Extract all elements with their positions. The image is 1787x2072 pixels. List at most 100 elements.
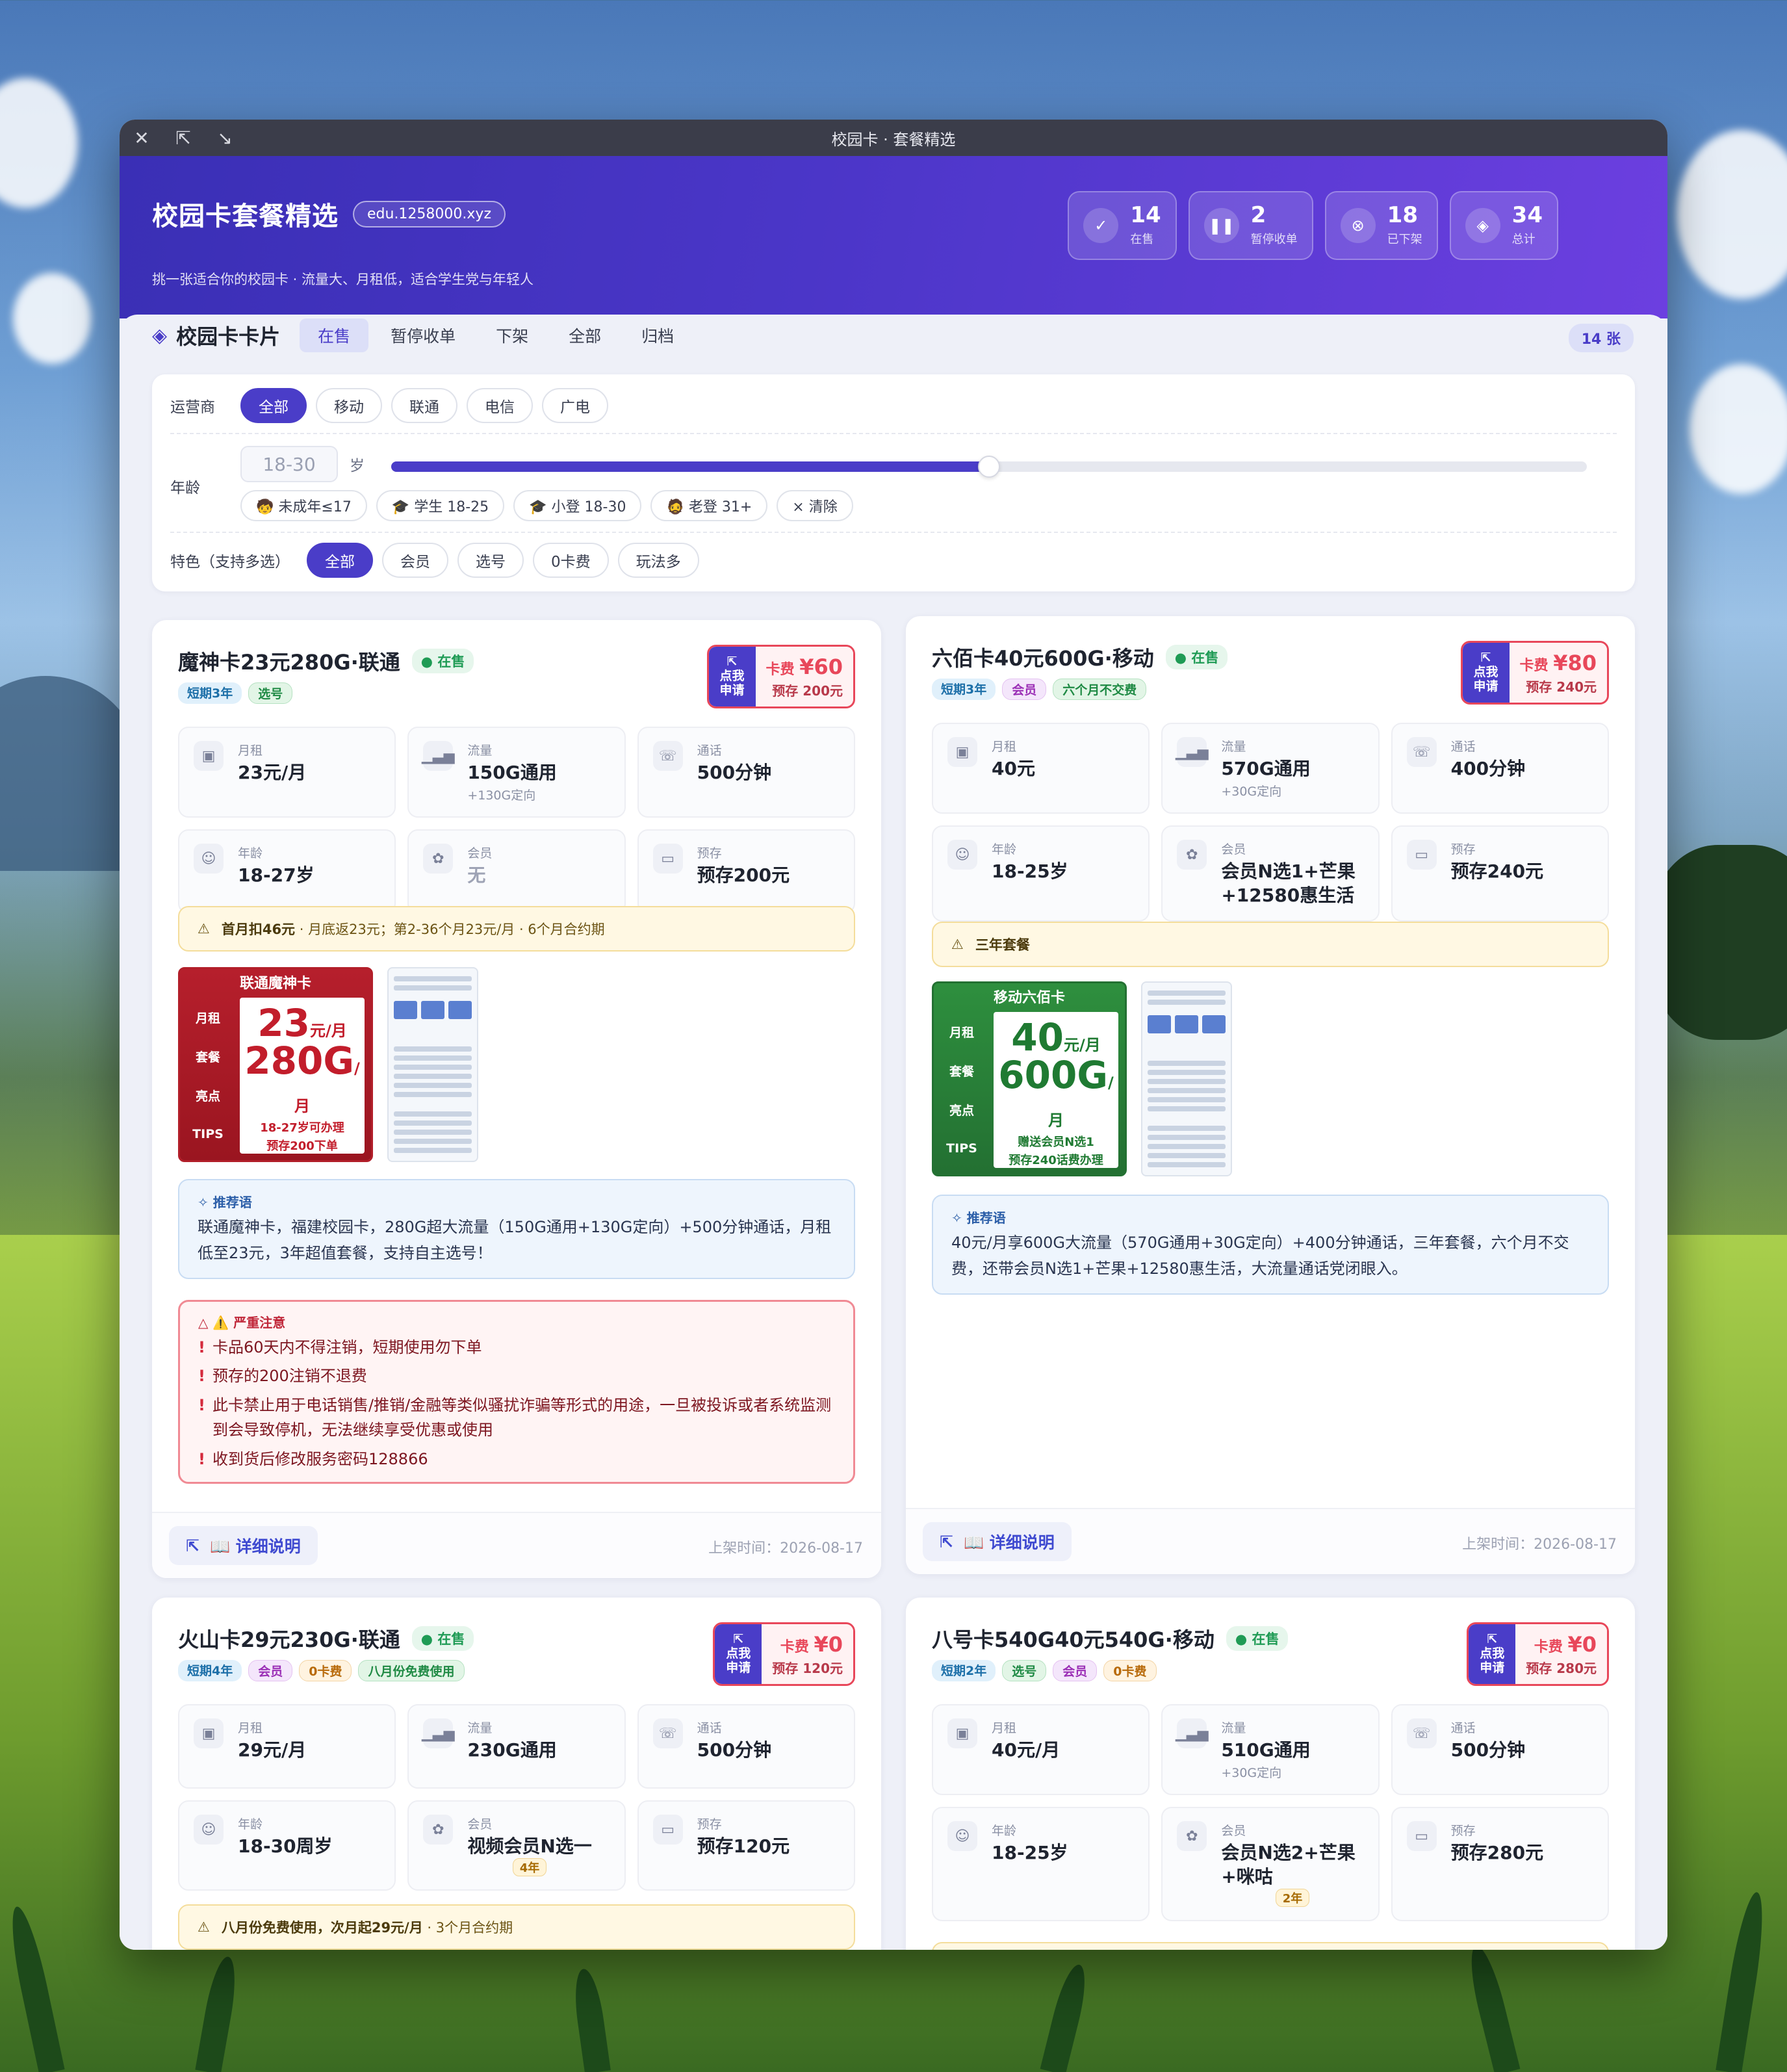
- tab-下架[interactable]: 下架: [478, 318, 546, 352]
- age-preset-chip[interactable]: 🎓 学生 18-25: [376, 490, 505, 521]
- age-input[interactable]: 18-30: [240, 446, 338, 482]
- stat-已下架[interactable]: ⊗ 18 已下架: [1324, 191, 1438, 260]
- domain-badge[interactable]: edu.1258000.xyz: [353, 200, 506, 227]
- spec-grid: ▣ 月租 40元/月 ▁▃▅ 流量 510G通用 +30G定向 ☏ 通话 500分钟 ☺ 年龄 18-2…: [932, 1704, 1609, 1922]
- age-slider[interactable]: [391, 456, 1587, 478]
- spec-value: 预存280元: [1450, 1842, 1544, 1864]
- tab-全部[interactable]: 全部: [550, 318, 619, 352]
- feature-chip[interactable]: 玩法多: [617, 543, 699, 578]
- spec-key: 通话: [697, 1721, 722, 1735]
- sparkle-icon: ✧: [951, 1210, 967, 1226]
- apply-label[interactable]: ⇱ 点我 申请: [715, 1624, 762, 1684]
- poster-line-2: 预存200下单: [266, 1139, 338, 1153]
- apply-price: 卡费 ¥0 预存 120元: [762, 1624, 853, 1684]
- apply-label[interactable]: ⇱ 点我 申请: [1469, 1624, 1516, 1684]
- apply-button[interactable]: ⇱ 点我 申请 卡费 ¥80 预存 240元: [1460, 641, 1609, 705]
- spec-badge-row: 2年: [1221, 1889, 1363, 1908]
- collapse-icon[interactable]: ↘: [217, 127, 233, 149]
- spec-value: 40元: [992, 758, 1035, 779]
- stat-在售[interactable]: ✓ 14 在售: [1068, 191, 1177, 260]
- spec-grid: ▣ 月租 29元/月 ▁▃▅ 流量 230G通用 ☏ 通话 500分钟 ☺ 年龄 18-30周岁 ✿ 会员…: [178, 1704, 855, 1891]
- spec-预存: ▭ 预存 预存120元: [637, 1800, 855, 1891]
- detail-image-thumbnail[interactable]: [1141, 981, 1232, 1176]
- contract-bold: 首月扣46元: [221, 922, 296, 937]
- warning-icon: ⚠: [198, 1919, 210, 1935]
- apply-button[interactable]: ⇱ 点我 申请 卡费 ¥0 预存 280元: [1467, 1622, 1609, 1686]
- doc-block: [1148, 1015, 1171, 1033]
- tab-归档[interactable]: 归档: [623, 318, 692, 352]
- age-preset-chip[interactable]: 🧔 老登 31+: [650, 490, 768, 521]
- spec-grid: ▣ 月租 23元/月 ▁▃▅ 流量 150G通用 +130G定向 ☏ 通话 500分钟 ☺ 年龄 18-…: [178, 727, 855, 914]
- detail-button[interactable]: ⇱ 📖 详细说明: [169, 1526, 318, 1565]
- contract-rest: · 月底返23元；第2-36个月23元/月 · 6个月合约期: [295, 922, 605, 937]
- tab-暂停收单[interactable]: 暂停收单: [372, 318, 474, 352]
- apply-button[interactable]: ⇱ 点我 申请 卡费 ¥60 预存 200元: [706, 645, 855, 708]
- apply-label[interactable]: ⇱ 点我 申请: [708, 647, 756, 706]
- close-icon[interactable]: ✕: [134, 127, 149, 149]
- card-poster-image[interactable]: 联通魔神卡 月租 套餐 亮点 TIPS 23元/月 280G/月 18-27岁可办理 预存200…: [178, 967, 373, 1162]
- stat-value: 14: [1130, 202, 1161, 228]
- spec-text: 预存 预存200元: [697, 844, 790, 900]
- stat-label: 暂停收单: [1250, 233, 1298, 246]
- card-fee-prefix: 卡费: [765, 661, 800, 678]
- wallet-icon: ▣: [194, 1718, 224, 1748]
- tag-list: 短期4年 会员 0卡费 八月份免费使用: [178, 1660, 465, 1681]
- user-icon: ☺: [947, 1821, 977, 1852]
- apply-label-1: 点我: [726, 1646, 751, 1661]
- cards-panel: ◈ 校园卡卡片 在售 暂停收单 下架 全部 归档 14 张 运营商 全部 移动 联通 电信 广电…: [120, 315, 1667, 1950]
- doc-line: [1148, 1144, 1226, 1149]
- spec-text: 月租 23元/月: [238, 741, 306, 803]
- card-images: 联通魔神卡 月租 套餐 亮点 TIPS 23元/月 280G/月 18-27岁可办理 预存200…: [178, 967, 478, 1162]
- operator-chip[interactable]: 电信: [467, 388, 533, 423]
- doc-line: [1148, 1000, 1226, 1005]
- feature-chip[interactable]: 全部: [307, 543, 373, 578]
- warning-icon: △: [198, 1315, 213, 1330]
- spec-key: 月租: [992, 1721, 1017, 1735]
- age-slider-knob[interactable]: [978, 456, 1000, 478]
- apply-label-2: 申请: [1473, 679, 1498, 693]
- spec-text: 预存 预存120元: [697, 1815, 790, 1876]
- feature-chip[interactable]: 会员: [382, 543, 448, 578]
- operator-chip[interactable]: 移动: [316, 388, 382, 423]
- operator-chip[interactable]: 广电: [542, 388, 608, 423]
- operator-chip[interactable]: 全部: [240, 388, 307, 423]
- feature-chip[interactable]: 选号: [457, 543, 524, 578]
- layers-icon: ◈: [152, 324, 168, 347]
- spec-通话: ☏ 通话 400分钟: [1391, 723, 1609, 814]
- operator-chip[interactable]: 联通: [391, 388, 457, 423]
- spec-月租: ▣ 月租 40元/月: [932, 1704, 1150, 1796]
- contract-text: 三年套餐: [975, 935, 1030, 954]
- detail-button[interactable]: ⇱ 📖 详细说明: [923, 1522, 1072, 1561]
- gift-icon: ✿: [1177, 840, 1207, 870]
- card-poster-image[interactable]: 移动六佰卡 月租 套餐 亮点 TIPS 40元/月 600G/月 赠送会员N选1 预存240话费…: [932, 981, 1127, 1176]
- poster-side-label: 亮点: [949, 1103, 974, 1118]
- contract-notice: ⚠ 首月扣46元 · 月底返23元；第2-36个月23元/月 · 6个月合约期: [178, 906, 855, 952]
- stat-text: 14 在售: [1130, 204, 1161, 247]
- age-preset-chip[interactable]: × 清除: [777, 490, 853, 521]
- apply-price: 卡费 ¥60 预存 200元: [755, 647, 853, 706]
- spec-text: 会员 会员N选1+芒果+12580惠生活: [1221, 840, 1363, 907]
- tab-在售[interactable]: 在售: [300, 318, 369, 352]
- spec-text: 会员 视频会员N选一 4年: [467, 1815, 592, 1877]
- spec-key: 会员: [1221, 1824, 1246, 1839]
- spec-text: 年龄 18-30周岁: [238, 1815, 333, 1876]
- spec-key: 通话: [697, 744, 722, 758]
- spec-value: 230G通用: [467, 1739, 557, 1761]
- age-preset-chip[interactable]: 🧒 未成年≤17: [240, 490, 367, 521]
- stat-总计[interactable]: ◈ 34 总计: [1449, 191, 1558, 260]
- feature-chip[interactable]: 0卡费: [533, 543, 609, 578]
- age-slider-fill: [391, 461, 989, 472]
- spec-badge: 4年: [512, 1858, 547, 1877]
- spec-text: 流量 150G通用 +130G定向: [467, 741, 556, 803]
- panel-heading: 校园卡卡片: [176, 324, 281, 349]
- poster-line-1: 18-27岁可办理: [260, 1121, 344, 1135]
- apply-button[interactable]: ⇱ 点我 申请 卡费 ¥0 预存 120元: [713, 1622, 855, 1686]
- detail-image-thumbnail[interactable]: [387, 967, 478, 1162]
- spec-流量: ▁▃▅ 流量 230G通用: [407, 1704, 626, 1789]
- external-link-icon[interactable]: ⇱: [175, 127, 191, 149]
- apply-label[interactable]: ⇱ 点我 申请: [1462, 643, 1510, 703]
- stat-暂停收单[interactable]: ❚❚ 2 暂停收单: [1188, 191, 1313, 260]
- recommendation-text: 联通魔神卡，福建校园卡，280G超大流量（150G通用+130G定向）+500分…: [198, 1218, 832, 1262]
- spec-grid: ▣ 月租 40元 ▁▃▅ 流量 570G通用 +30G定向 ☏ 通话 400分钟 ☺ 年龄 18-25岁…: [932, 723, 1609, 922]
- age-preset-chip[interactable]: 🎓 小登 18-30: [513, 490, 642, 521]
